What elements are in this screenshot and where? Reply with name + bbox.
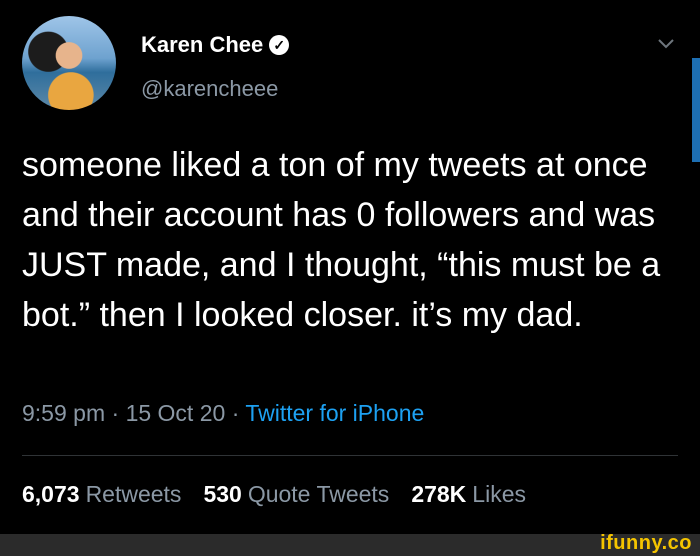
meta-separator: ·: [231, 400, 246, 426]
tweet-meta: 9:59 pm · 15 Oct 20 · Twitter for iPhone: [22, 400, 424, 427]
author-name[interactable]: Karen Chee: [141, 32, 263, 58]
likes-stat[interactable]: 278K Likes: [411, 481, 526, 508]
tweet-time[interactable]: 9:59 pm: [22, 400, 105, 426]
author-name-row[interactable]: Karen Chee ✓: [141, 32, 290, 58]
quote-tweets-count: 530: [203, 481, 242, 507]
retweets-count: 6,073: [22, 481, 80, 507]
retweets-stat[interactable]: 6,073 Retweets: [22, 481, 181, 508]
scrollbar[interactable]: [692, 58, 700, 162]
tweet-date[interactable]: 15 Oct 20: [126, 400, 226, 426]
divider: [22, 455, 678, 456]
author-handle[interactable]: @karencheee: [141, 76, 278, 102]
tweet-text: someone liked a ton of my tweets at once…: [22, 146, 661, 334]
chevron-down-icon[interactable]: [656, 34, 676, 54]
likes-count: 278K: [411, 481, 467, 507]
footer-bar: [0, 534, 700, 556]
quote-tweets-label: Quote Tweets: [247, 481, 390, 507]
verified-icon: ✓: [269, 35, 290, 55]
tweet-stats: 6,073 Retweets 530 Quote Tweets 278K Likes: [22, 481, 526, 508]
watermark: ifunny.co: [600, 532, 692, 554]
tweet-source-link[interactable]: Twitter for iPhone: [245, 400, 424, 426]
retweets-label: Retweets: [85, 481, 182, 507]
likes-label: Likes: [472, 481, 526, 507]
meta-separator: ·: [111, 400, 126, 426]
tweet-header: Karen Chee ✓ @karencheee: [22, 14, 682, 114]
quote-tweets-stat[interactable]: 530 Quote Tweets: [203, 481, 389, 508]
avatar[interactable]: [22, 16, 116, 110]
